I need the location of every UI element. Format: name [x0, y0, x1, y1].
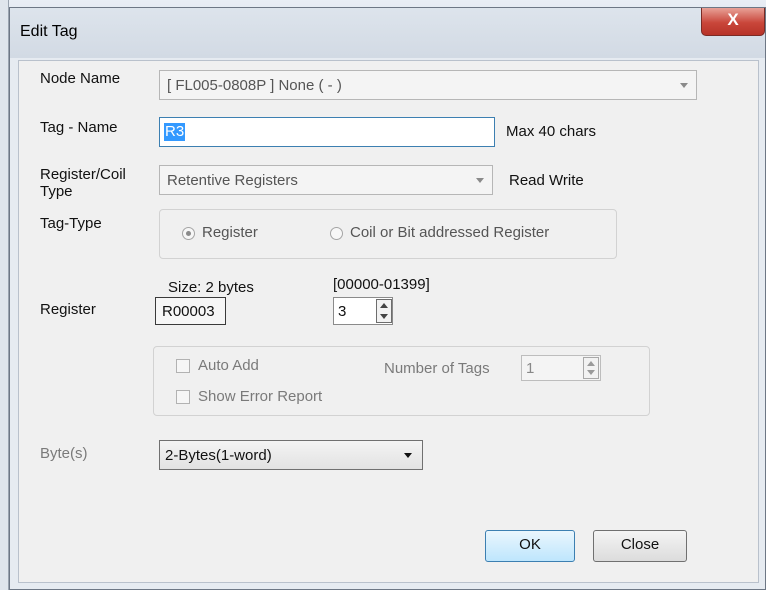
spin-up-icon[interactable]	[380, 303, 388, 308]
number-of-tags-input[interactable]: 1	[521, 355, 601, 381]
bytes-select[interactable]: 2-Bytes(1-word)	[159, 440, 423, 470]
register-address-value: R00003	[162, 303, 215, 320]
show-error-report-checkbox[interactable]	[176, 390, 190, 404]
node-name-label: Node Name	[40, 70, 121, 87]
tag-name-label: Tag - Name	[40, 119, 118, 136]
tag-name-hint: Max 40 chars	[506, 123, 597, 140]
title-bar[interactable]: Edit Tag X	[10, 8, 765, 58]
register-coil-type-label: Register/Coil Type	[40, 166, 126, 200]
bytes-value: 2-Bytes(1-word)	[165, 447, 272, 464]
bytes-label: Byte(s)	[40, 445, 88, 462]
background-window-edge	[0, 0, 9, 590]
auto-add-checkbox[interactable]	[176, 359, 190, 373]
register-number-input[interactable]: 3	[333, 297, 393, 325]
close-icon: X	[727, 10, 739, 29]
node-name-select[interactable]: [ FL005-0808P ] None ( - )	[159, 70, 697, 100]
tag-name-value: R3	[164, 123, 186, 141]
tag-type-label: Tag-Type	[40, 215, 102, 232]
number-of-tags-label: Number of Tags	[384, 360, 490, 377]
dialog-body: Node Name [ FL005-0808P ] None ( - ) Tag…	[18, 60, 759, 583]
number-of-tags-value: 1	[526, 360, 535, 377]
show-error-report-label[interactable]: Show Error Report	[198, 388, 322, 405]
register-size-text: Size: 2 bytes	[168, 279, 254, 296]
register-range-text: [00000-01399]	[333, 276, 430, 293]
register-type-select[interactable]: Retentive Registers	[159, 165, 493, 195]
node-name-value: [ FL005-0808P ] None ( - )	[167, 77, 342, 94]
register-number-value: 3	[338, 303, 347, 320]
auto-add-label[interactable]: Auto Add	[198, 357, 259, 374]
register-radio[interactable]	[182, 227, 195, 240]
register-number-spinner[interactable]	[376, 299, 392, 323]
tag-name-input[interactable]: R3	[159, 117, 495, 147]
close-window-button[interactable]: X	[701, 8, 765, 36]
ok-button[interactable]: OK	[485, 530, 575, 562]
chevron-down-icon	[680, 83, 688, 88]
tag-type-group: Register Coil or Bit addressed Register	[159, 209, 617, 259]
register-type-value: Retentive Registers	[167, 172, 298, 189]
number-of-tags-spinner[interactable]	[583, 357, 599, 379]
spin-down-icon[interactable]	[380, 314, 388, 319]
auto-add-group: Auto Add Show Error Report Number of Tag…	[153, 346, 650, 416]
coil-radio[interactable]	[330, 227, 343, 240]
dialog-title: Edit Tag	[20, 23, 78, 40]
register-radio-label[interactable]: Register	[202, 224, 258, 241]
register-address-box: R00003	[155, 297, 226, 325]
edit-tag-dialog: Edit Tag X Node Name [ FL005-0808P ] Non…	[9, 7, 766, 590]
spin-down-icon[interactable]	[587, 370, 595, 375]
close-button[interactable]: Close	[593, 530, 687, 562]
chevron-down-icon	[476, 178, 484, 183]
register-label: Register	[40, 301, 96, 318]
chevron-down-icon	[404, 453, 412, 458]
spin-up-icon[interactable]	[587, 361, 595, 366]
coil-radio-label[interactable]: Coil or Bit addressed Register	[350, 224, 549, 241]
access-mode-text: Read Write	[509, 172, 584, 189]
